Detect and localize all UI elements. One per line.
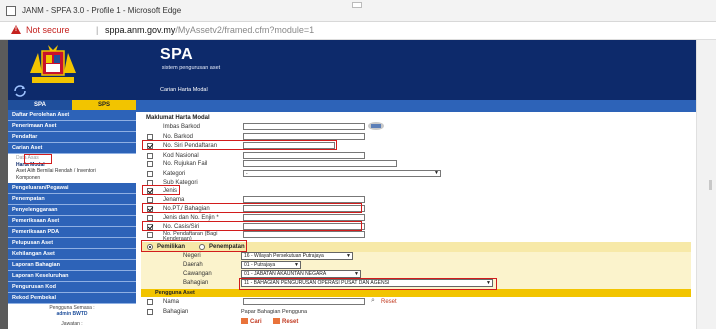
right-scrollbar[interactable] <box>696 40 716 329</box>
search-icon <box>241 318 248 325</box>
cari-button[interactable]: Cari <box>241 318 262 326</box>
sidebar: SPA SPS Daftar Perolehan Aset Penerimaan… <box>8 100 136 329</box>
highlight-no-pt-bahagian <box>142 203 362 213</box>
app-subtitle: sistem pengurusan aset <box>161 65 221 71</box>
nama-input[interactable] <box>243 298 365 305</box>
kod-nasional-input[interactable] <box>243 152 365 159</box>
daerah-select[interactable]: 01 - Putrajaya <box>241 261 301 269</box>
main-header-bar <box>136 100 696 112</box>
sidebar-item-rekod-pembekal[interactable]: Rekod Pembekal <box>8 293 136 304</box>
no-rujukan-fail-input[interactable] <box>243 160 397 167</box>
kategori-select[interactable]: - <box>243 170 441 177</box>
jenama-input[interactable] <box>243 196 365 203</box>
checkbox-kod-nasional[interactable] <box>147 153 153 159</box>
sidebar-item-laporan-keseluruhan[interactable]: Laporan Keseluruhan <box>8 271 136 282</box>
address-bar[interactable]: ! Not secure | sppa.anm.gov.my/MyAssetv2… <box>0 22 716 40</box>
sidebar-item-pemeriksaan-aset[interactable]: Pemeriksaan Aset <box>8 216 136 227</box>
main-content: Maklumat Harta Modal Imbas Barkod No. Ba… <box>136 100 696 329</box>
highlight-no-siri <box>142 140 337 150</box>
sidebar-tabs: SPA SPS <box>8 100 136 110</box>
row-kategori: Kategori - <box>141 170 691 179</box>
jenis-no-enjin-input[interactable] <box>243 214 365 221</box>
browser-titlebar: JANM - SPFA 3.0 - Profile 1 - Microsoft … <box>0 0 716 22</box>
window-edge <box>0 40 8 329</box>
checkbox-no-rujukan-fail[interactable] <box>147 161 153 167</box>
sidebar-item-pelupusan[interactable]: Pelupusan Aset <box>8 238 136 249</box>
current-user: admin BWTD <box>56 311 88 317</box>
sidebar-item-pemeriksaan-pda[interactable]: Pemeriksaan PDA <box>8 227 136 238</box>
sidebar-item-laporan-bahagian[interactable]: Laporan Bahagian <box>8 260 136 271</box>
url-text[interactable]: sppa.anm.gov.my/MyAssetv2/framed.cfm?mod… <box>105 25 314 35</box>
sidebar-item-carian[interactable]: Carian Aset <box>8 143 136 154</box>
highlight-no-casis-siri <box>142 221 362 231</box>
sidebar-item-daftar[interactable]: Daftar Perolehan Aset <box>8 110 136 121</box>
security-status[interactable]: Not secure <box>26 25 70 35</box>
cawangan-select[interactable]: 01 - JABATAN AKAUNTAN NEGARA <box>241 270 361 278</box>
refresh-icon[interactable] <box>13 85 27 97</box>
highlight-bahagian-select <box>239 278 497 290</box>
row-sub-kategori: Sub Kategori <box>141 180 691 188</box>
reset-icon <box>273 318 280 325</box>
tab-spa[interactable]: SPA <box>8 100 72 110</box>
highlight-pemilikan <box>141 240 247 252</box>
coat-of-arms-logo <box>30 45 76 83</box>
row-no-rujukan-fail: No. Rujukan Fail <box>141 160 691 169</box>
search-user-icon[interactable]: ⌕ <box>371 297 375 305</box>
checkbox-no-pendaftaran[interactable] <box>147 232 153 238</box>
submenu-komponen[interactable]: Komponen <box>8 174 136 181</box>
sidebar-item-pendaftar[interactable]: Pendaftar <box>8 132 136 143</box>
checkbox-kategori[interactable] <box>147 171 153 177</box>
row-kod-nasional: Kod Nasional <box>141 152 691 161</box>
sidebar-item-pengeluaran[interactable]: Pengeluaran/Pegawai <box>8 183 136 194</box>
row-nama: Nama ⌕ Reset <box>141 297 691 307</box>
scroll-handle[interactable] <box>709 180 712 190</box>
no-barkod-input[interactable] <box>243 133 365 140</box>
sidebar-item-penempatan[interactable]: Penempatan <box>8 194 136 205</box>
section-title: Maklumat Harta Modal <box>146 115 210 121</box>
breadcrumb: Carian Harta Modal <box>160 87 208 93</box>
current-user-info: Pengguna Semasa : admin BWTD Jawatan : <box>8 305 136 327</box>
row-jenis: Jenis <box>141 188 691 196</box>
row-bahagian-pengguna: Bahagian Papar Bahagian Pengguna <box>141 308 691 317</box>
window-title: JANM - SPFA 3.0 - Profile 1 - Microsoft … <box>22 6 182 15</box>
row-imbas-barkod: Imbas Barkod <box>141 121 691 132</box>
page-icon <box>6 6 16 16</box>
window-control[interactable] <box>352 2 362 8</box>
app-logo-text: SPA <box>160 46 194 63</box>
barcode-scan-icon[interactable] <box>367 121 385 131</box>
sidebar-item-penyelenggaraan[interactable]: Penyelenggaraan <box>8 205 136 216</box>
sidebar-item-kehilangan[interactable]: Kehilangan Aset <box>8 249 136 260</box>
imbas-barkod-input[interactable] <box>243 123 365 130</box>
tab-sps[interactable]: SPS <box>72 100 136 110</box>
highlight-jenis <box>142 185 180 195</box>
checkbox-nama[interactable] <box>147 299 153 305</box>
warning-icon: ! <box>11 25 21 34</box>
highlight-harta-modal <box>24 154 52 164</box>
no-pendaftaran-input[interactable] <box>243 231 365 238</box>
header-banner: SPA sistem pengurusan aset Carian Harta … <box>8 40 696 100</box>
sidebar-item-penerimaan[interactable]: Penerimaan Aset <box>8 121 136 132</box>
reset-button[interactable]: Reset <box>273 318 298 326</box>
sidebar-item-pengurusan-kod[interactable]: Pengurusan Kod <box>8 282 136 293</box>
row-no-pendaftaran-kenderaan: No. Pendaftaran (Bagi Kenderaan) <box>141 231 691 242</box>
checkbox-bahagian[interactable] <box>147 309 153 315</box>
negeri-select[interactable]: 16 - Wilayah Persekutuan Putrajaya <box>241 252 353 260</box>
reset-small-link[interactable]: Reset <box>381 299 397 305</box>
pengguna-aset-header: Pengguna Aset <box>141 289 691 297</box>
